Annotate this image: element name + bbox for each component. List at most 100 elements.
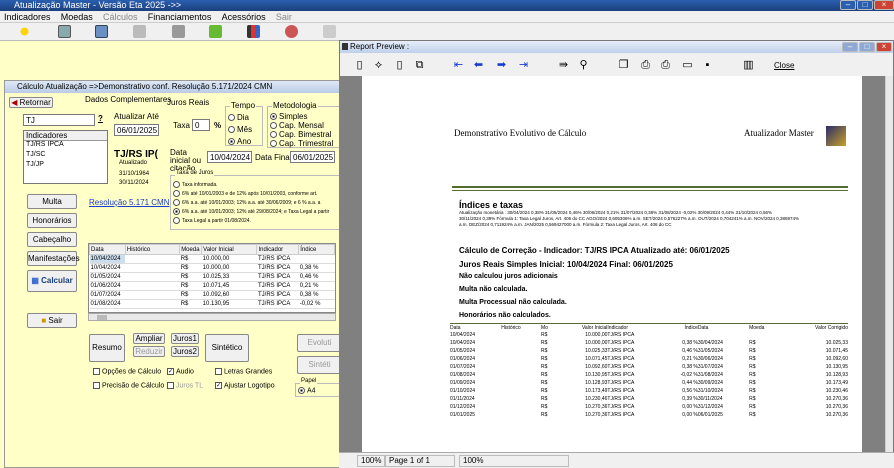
goto-page-icon[interactable]: ⇛ <box>558 60 569 71</box>
calcular-button[interactable]: ▦ Calcular <box>27 270 77 292</box>
last-page-icon[interactable]: ⇥ <box>518 60 529 71</box>
open-icon[interactable]: ▭ <box>682 60 693 71</box>
resolucao-link[interactable]: Resolução 5.171 CMN <box>89 198 169 207</box>
table-row[interactable]: 01/07/2024 R$ 10.092,60 TJ/RS IPCA 0,38 % <box>89 290 335 300</box>
reduzir-button[interactable]: Reduzir <box>133 346 165 357</box>
preview-minimize-icon[interactable]: – <box>842 42 858 52</box>
table-row[interactable]: 01/06/2024 R$ 10.071,45 TJ/RS IPCA 0,21 % <box>89 281 335 291</box>
ampliar-button[interactable]: Ampliar <box>133 333 165 344</box>
table-row[interactable]: 01/05/2024 R$ 10.025,33 TJ/RS IPCA 0,46 % <box>89 272 335 282</box>
retornar-button[interactable]: ◀ Retornar <box>9 97 53 108</box>
grid-header[interactable]: Índice <box>298 244 335 255</box>
speaker-icon[interactable] <box>285 25 298 38</box>
menu-calculos[interactable]: Cálculos <box>99 11 142 23</box>
data-grid[interactable]: Data Histórico Moeda Valor Inicial Indic… <box>88 243 336 313</box>
thumbnails-icon[interactable]: ▥ <box>743 60 754 71</box>
close-icon[interactable]: × <box>874 0 894 10</box>
save-icon[interactable]: ▪ <box>702 60 713 71</box>
dados-complementares-tab[interactable]: Dados Complementares <box>85 95 171 104</box>
tempo-ano[interactable]: Ano <box>228 137 251 146</box>
indicators-list[interactable]: Indicadores TJ/RS IPCA TJ/SC TJ/JP <box>23 130 108 184</box>
taxa-input[interactable]: 0 <box>192 119 210 131</box>
metodologia-simples[interactable]: Simples <box>270 112 307 121</box>
menu-moedas[interactable]: Moedas <box>57 11 97 23</box>
prev-page-icon[interactable]: ⬅ <box>473 60 484 71</box>
sun-icon[interactable] <box>18 25 31 38</box>
help-button[interactable]: ? <box>98 114 103 123</box>
next-page-icon[interactable]: ➡ <box>496 60 507 71</box>
menu-indicadores[interactable]: Indicadores <box>0 11 55 23</box>
chart-icon[interactable] <box>133 25 146 38</box>
scroll-thumb[interactable] <box>97 315 107 320</box>
table-row[interactable]: 01/08/2024 R$ 10.130,95 TJ/RS IPCA -0,02 % <box>89 299 335 309</box>
data-inicial-field[interactable]: 10/04/2024 <box>207 151 252 163</box>
maximize-icon[interactable]: □ <box>857 0 873 10</box>
grid-header[interactable]: Moeda <box>179 244 203 255</box>
gear-icon[interactable] <box>58 25 71 38</box>
juros2-button[interactable]: Juros2 <box>171 346 199 357</box>
help-icon[interactable] <box>323 25 336 38</box>
preview-close-icon[interactable]: × <box>876 42 892 52</box>
grid-header[interactable]: Data <box>89 244 126 255</box>
taxa-juros-opt-2[interactable]: 6% até 10/01/2003 e de 12% após 10/01/20… <box>173 190 317 197</box>
sintetico2-button[interactable]: Sintéti <box>297 356 341 374</box>
multa-button[interactable]: Multa <box>27 194 77 209</box>
manifestacoes-button[interactable]: Manifestações <box>27 251 80 266</box>
data-final-field[interactable]: 06/01/2025 <box>290 151 335 163</box>
book-icon[interactable] <box>209 25 222 38</box>
grid-header[interactable]: Valor Inicial <box>201 244 258 255</box>
list-item[interactable]: TJ/RS IPCA <box>24 141 107 151</box>
print-setup-icon[interactable]: ⎙ <box>660 60 671 71</box>
close-button[interactable]: Close <box>774 61 794 70</box>
calculator-icon[interactable] <box>95 25 108 38</box>
folder-icon[interactable] <box>172 25 185 38</box>
taxa-juros-opt-1[interactable]: Taxa informada. <box>173 181 218 188</box>
menu-sair[interactable]: Sair <box>272 11 296 23</box>
find-icon[interactable]: ⚲ <box>578 60 589 71</box>
papel-a4[interactable]: A4 <box>298 387 316 394</box>
list-item[interactable]: TJ/JP <box>24 161 107 171</box>
atualizar-ate-field[interactable]: 06/01/2025 <box>114 124 159 136</box>
taxa-juros-opt-5[interactable]: Taxa Legal a partir 01/08/2024. <box>173 217 251 224</box>
preview-restore-icon[interactable]: □ <box>859 42 875 52</box>
tempo-mes[interactable]: Mês <box>228 125 252 134</box>
single-page-icon[interactable]: ▯ <box>354 60 365 71</box>
bar-chart-icon[interactable] <box>247 25 260 38</box>
cabecalho-button[interactable]: Cabeçalho <box>27 232 77 247</box>
sair-button[interactable]: ■ Sair <box>27 313 77 328</box>
indicator-search-input[interactable]: TJ <box>23 114 95 126</box>
taxa-juros-opt-3[interactable]: 6% a.a. até 10/01/2003; 12% a.a. até 30/… <box>173 199 320 206</box>
sintetico-button[interactable]: Sintético <box>205 334 249 362</box>
letras-grandes-check[interactable]: Letras Grandes <box>215 368 272 375</box>
precisao-calculo-check[interactable]: Precisão de Cálculo <box>93 382 164 389</box>
taxa-juros-opt-4[interactable]: 6% a.a. até 10/01/2003; 12% até 29/08/20… <box>173 208 329 215</box>
audio-check[interactable]: ✓ Audio <box>167 368 194 375</box>
table-row[interactable]: 10/04/2024 R$ 10.000,00 TJ/RS IPCA 0,38 % <box>89 263 335 273</box>
grid-header[interactable]: Indicador <box>256 244 300 255</box>
first-page-icon[interactable]: ⇤ <box>453 60 464 71</box>
copy-icon[interactable]: ❐ <box>618 60 629 71</box>
menu-acessorios[interactable]: Acessórios <box>218 11 270 23</box>
opcoes-calculo-check[interactable]: Opções de Cálculo <box>93 368 161 375</box>
juros-tl-check[interactable]: Juros TL <box>167 382 203 389</box>
table-row[interactable]: 10/04/2024 R$ 10.000,00 TJ/RS IPCA <box>89 254 335 264</box>
metodologia-mensal[interactable]: Cap. Mensal <box>270 121 324 130</box>
metodologia-trimestral[interactable]: Cap. Trimestral <box>270 139 333 148</box>
juros1-button[interactable]: Juros1 <box>171 333 199 344</box>
menu-financiamentos[interactable]: Financiamentos <box>144 11 216 23</box>
honorarios-button[interactable]: Honorários <box>27 213 77 228</box>
evolutivo-button[interactable]: Evoluti <box>297 334 341 352</box>
list-item[interactable]: TJ/SC <box>24 151 107 161</box>
cursor-icon[interactable]: ⟡ <box>373 60 384 71</box>
grid-hscrollbar[interactable] <box>88 313 336 321</box>
grid-header[interactable]: Histórico <box>124 244 181 255</box>
print-icon[interactable]: ⎙ <box>640 60 651 71</box>
preview-vscrollbar[interactable] <box>885 76 893 452</box>
ajustar-logotipo-check[interactable]: ✓ Ajustar Logotipo <box>215 382 275 389</box>
metodologia-bimestral[interactable]: Cap. Bimestral <box>270 130 331 139</box>
minimize-icon[interactable]: – <box>840 0 856 10</box>
tempo-dia[interactable]: Dia <box>228 113 249 122</box>
resumo-button[interactable]: Resumo <box>89 334 125 362</box>
page-width-icon[interactable]: ▯ <box>394 60 405 71</box>
two-pages-icon[interactable]: ⧉ <box>414 60 425 71</box>
